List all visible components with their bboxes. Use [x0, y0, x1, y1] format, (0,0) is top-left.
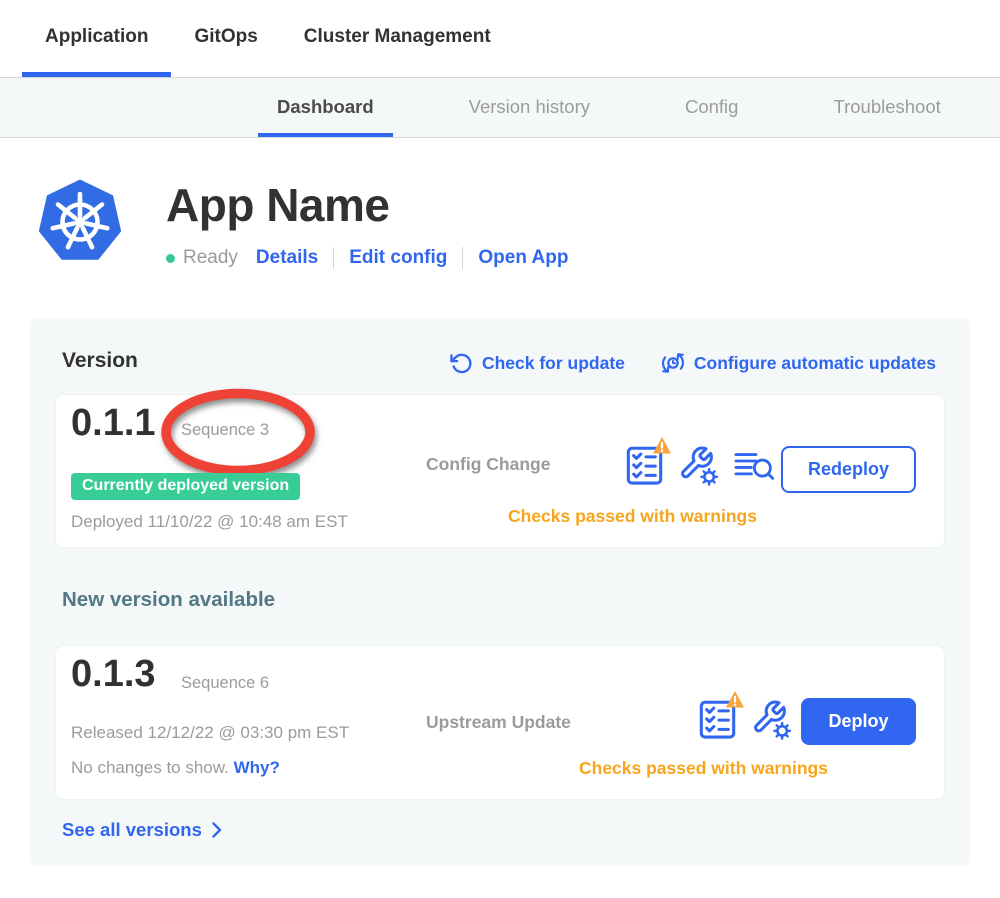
- current-version-row: 0.1.1 Sequence 3 Currently deployed vers…: [55, 394, 945, 548]
- tab-application[interactable]: Application: [22, 0, 171, 77]
- app-header: App Name Ready Details Edit config Open …: [36, 176, 568, 269]
- checks-status-text[interactable]: Checks passed with warnings: [579, 758, 828, 779]
- no-changes-text: No changes to show. Why?: [71, 758, 280, 778]
- top-navigation: Application GitOps Cluster Management: [0, 0, 1000, 78]
- tab-troubleshoot[interactable]: Troubleshoot: [814, 78, 959, 137]
- status-ready-icon: [166, 254, 175, 263]
- see-all-versions-link[interactable]: See all versions: [62, 819, 222, 841]
- refresh-icon: [450, 352, 473, 375]
- tab-cluster-management[interactable]: Cluster Management: [281, 0, 514, 77]
- preflight-checks-icon[interactable]: [626, 445, 663, 486]
- version-card-title: Version: [62, 349, 138, 373]
- currently-deployed-badge: Currently deployed version: [71, 473, 300, 500]
- view-config-wrench-icon[interactable]: [751, 699, 792, 740]
- open-app-link[interactable]: Open App: [478, 247, 568, 269]
- current-version-sequence: Sequence 3: [181, 421, 269, 440]
- tab-gitops[interactable]: GitOps: [171, 0, 280, 77]
- tab-config[interactable]: Config: [666, 78, 757, 137]
- warning-triangle-icon: [725, 690, 745, 709]
- divider: [462, 247, 463, 269]
- new-version-row: 0.1.3 Sequence 6 Released 12/12/22 @ 03:…: [55, 645, 945, 800]
- see-all-versions-label: See all versions: [62, 819, 202, 841]
- redeploy-button[interactable]: Redeploy: [781, 446, 916, 493]
- checks-status-text[interactable]: Checks passed with warnings: [508, 506, 757, 527]
- new-version-sequence: Sequence 6: [181, 674, 269, 693]
- chevron-right-icon: [212, 822, 222, 838]
- version-source-label: Upstream Update: [426, 712, 571, 733]
- version-card: Version Check for update Configure autom…: [30, 318, 970, 866]
- check-for-update-button[interactable]: Check for update: [450, 352, 625, 375]
- view-diff-logs-icon[interactable]: [734, 449, 774, 482]
- warning-triangle-icon: [652, 436, 672, 455]
- view-config-wrench-icon[interactable]: [678, 445, 719, 486]
- kubernetes-logo-icon: [36, 176, 124, 268]
- deployed-timestamp: Deployed 11/10/22 @ 10:48 am EST: [71, 512, 348, 532]
- no-changes-label: No changes to show.: [71, 758, 229, 777]
- details-link[interactable]: Details: [256, 247, 318, 269]
- tab-dashboard[interactable]: Dashboard: [258, 78, 393, 137]
- configure-automatic-updates-button[interactable]: Configure automatic updates: [661, 351, 936, 375]
- status-badge: Ready: [183, 247, 238, 269]
- new-version-number: 0.1.3: [71, 653, 156, 696]
- configure-automatic-updates-label: Configure automatic updates: [694, 353, 936, 374]
- edit-config-link[interactable]: Edit config: [349, 247, 447, 269]
- new-version-heading: New version available: [62, 588, 275, 612]
- current-version-number: 0.1.1: [71, 402, 156, 445]
- released-timestamp: Released 12/12/22 @ 03:30 pm EST: [71, 723, 349, 743]
- version-source-label: Config Change: [426, 454, 550, 475]
- page-title: App Name: [166, 178, 568, 232]
- preflight-checks-icon[interactable]: [699, 699, 736, 740]
- divider: [333, 247, 334, 269]
- check-for-update-label: Check for update: [482, 353, 625, 374]
- app-sub-navigation: Dashboard Version history Config Trouble…: [0, 78, 1000, 138]
- deploy-button[interactable]: Deploy: [801, 698, 916, 745]
- tab-version-history[interactable]: Version history: [450, 78, 609, 137]
- auto-update-clock-icon: [661, 351, 685, 375]
- why-link[interactable]: Why?: [234, 758, 280, 777]
